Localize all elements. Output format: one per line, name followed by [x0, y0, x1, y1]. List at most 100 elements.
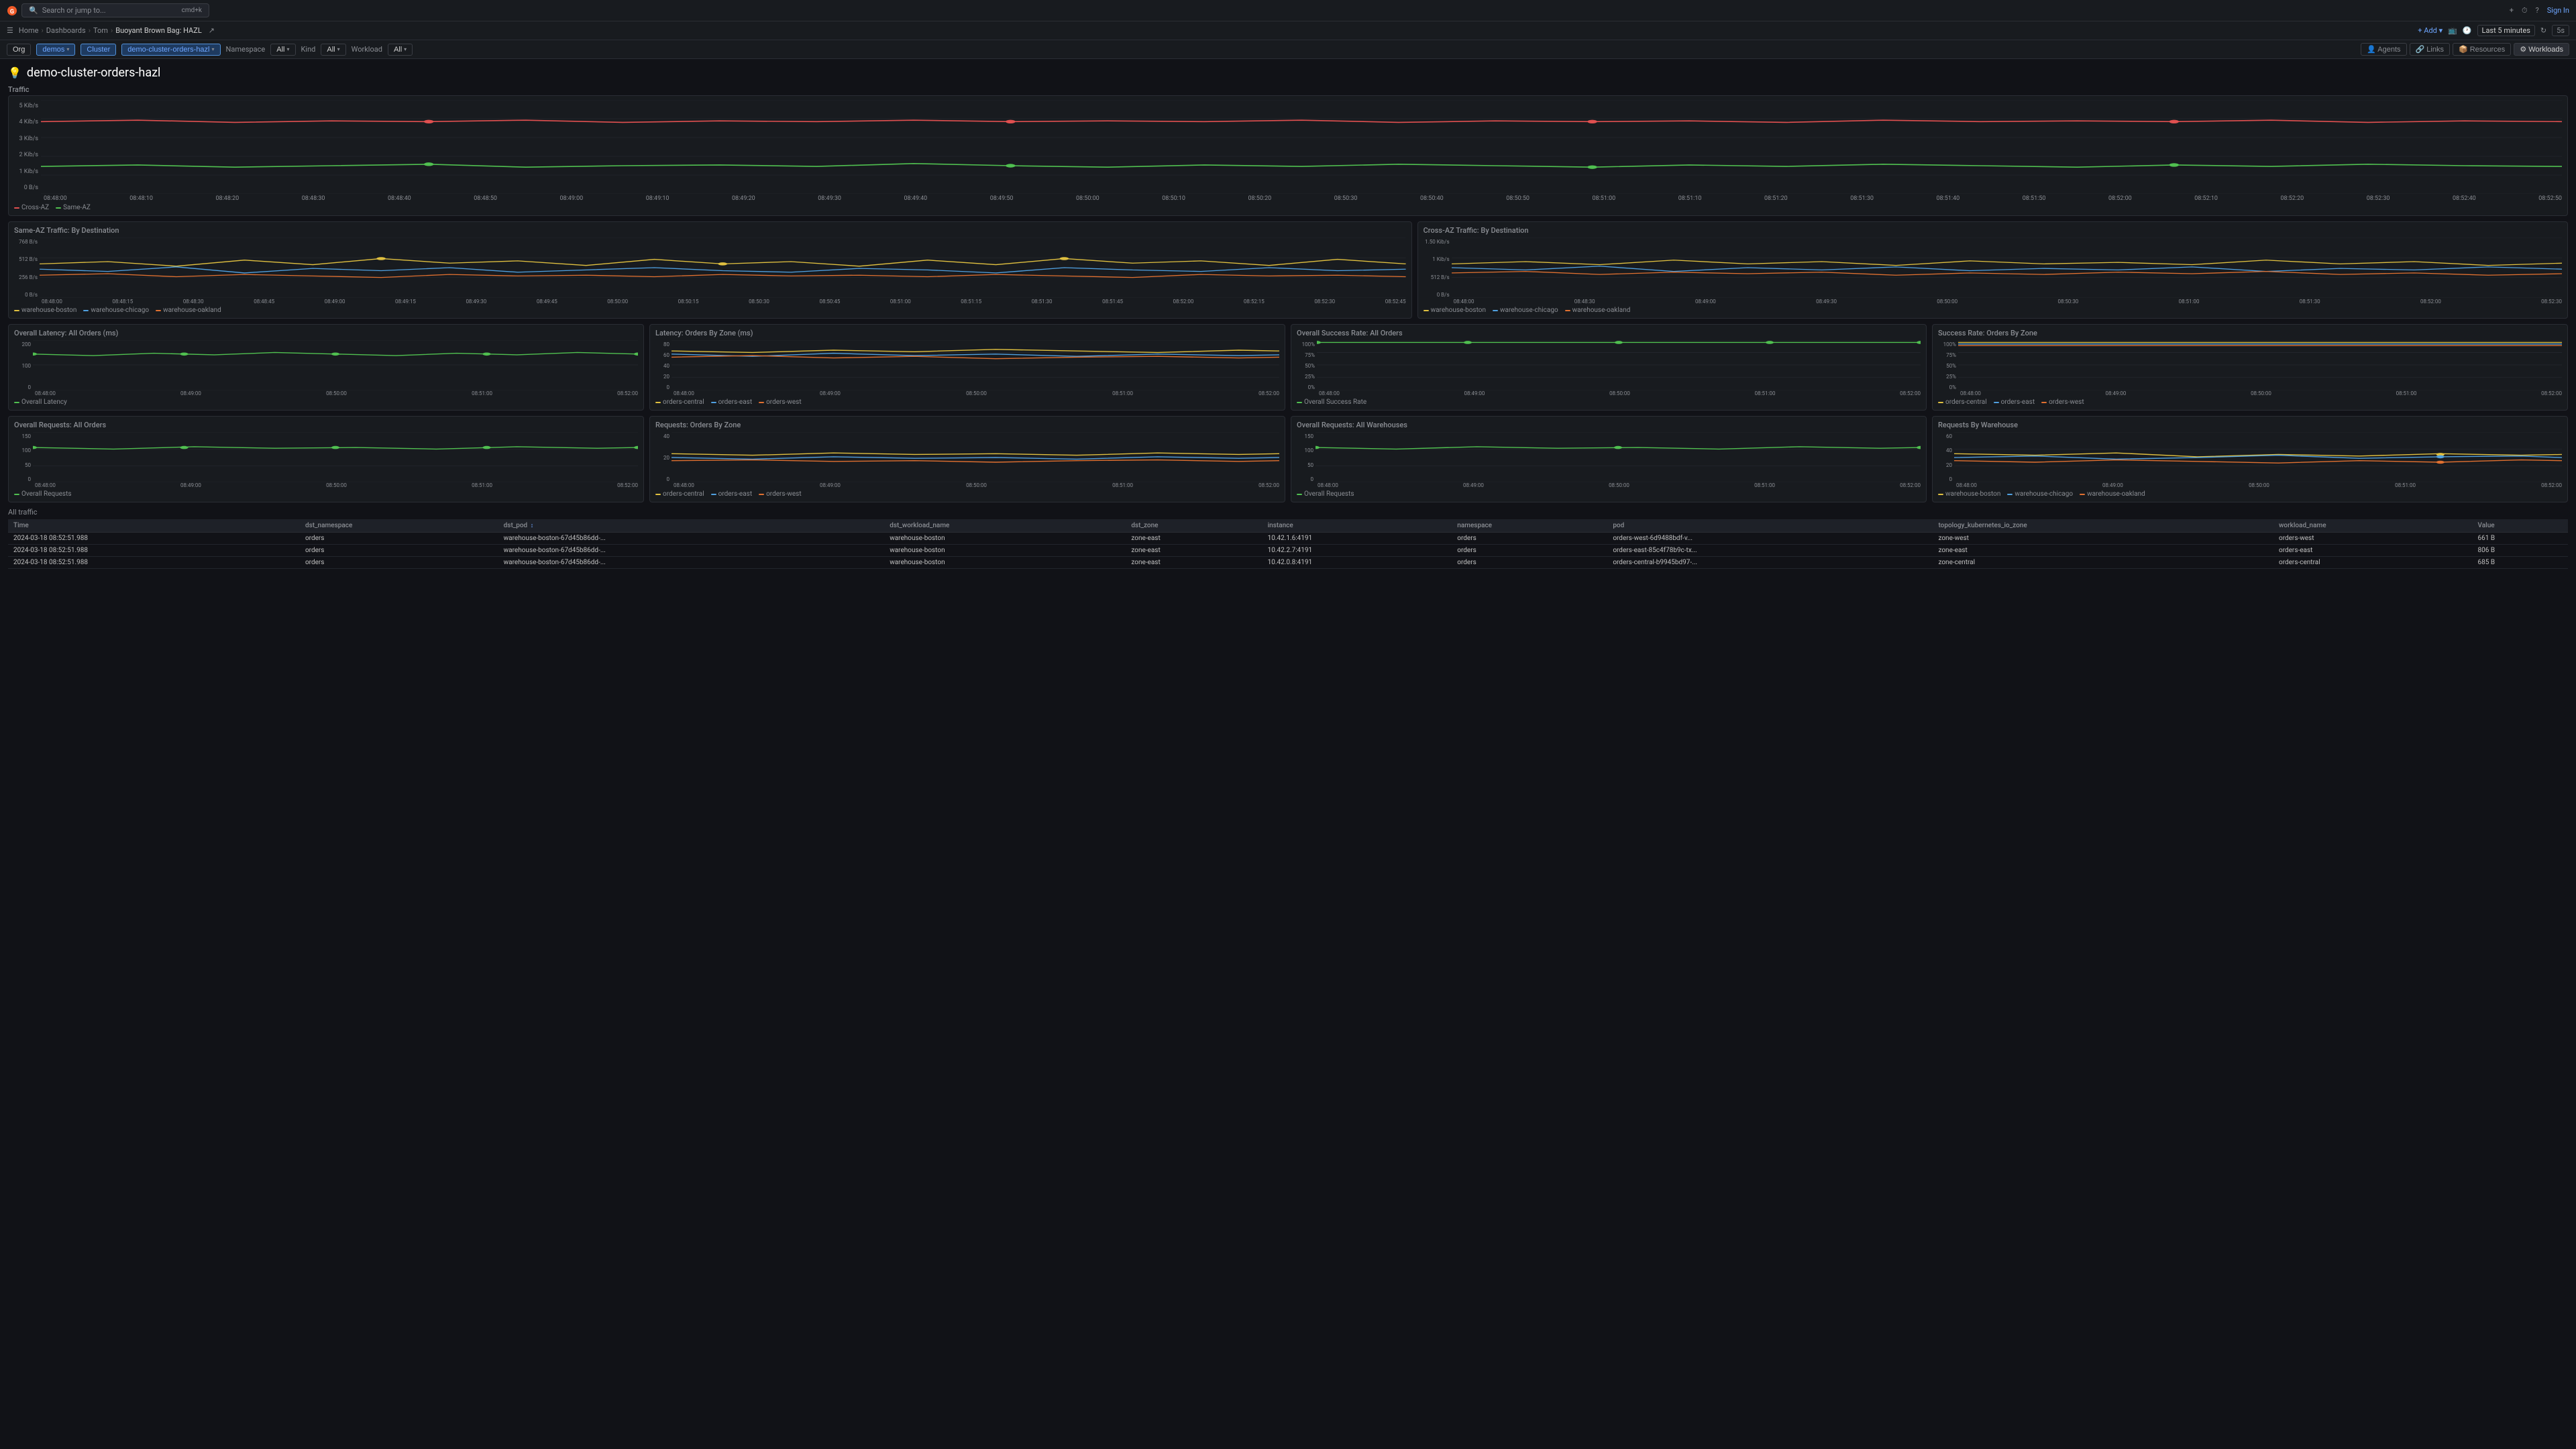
cross-az-panel: Cross-AZ Traffic: By Destination 1.50 Ki…	[1417, 221, 2568, 319]
cell-namespace: orders	[1452, 533, 1607, 545]
tv-icon[interactable]: 📺	[2448, 26, 2457, 35]
page-title-bar: 💡 demo-cluster-orders-hazl	[0, 59, 2576, 83]
topbar-right: + ⏱ ? Sign In	[2510, 6, 2569, 15]
overall-requests-title: Overall Requests: All Orders	[14, 421, 638, 429]
cell-dst_pod: warehouse-boston-67d45b86dd-...	[498, 545, 885, 557]
cluster-value-filter[interactable]: demo-cluster-orders-hazl ▾	[121, 44, 220, 56]
resources-button[interactable]: 📦 Resources	[2453, 43, 2511, 56]
traffic-label: Traffic	[0, 83, 2576, 95]
cell-value: 806 B	[2473, 545, 2568, 557]
breadcrumb-dashboards[interactable]: Dashboards	[46, 26, 86, 35]
col-instance[interactable]: instance	[1263, 519, 1452, 533]
cell-time: 2024-03-18 08:52:51.988	[8, 557, 300, 569]
y-label-3k: 3 Kib/s	[14, 136, 38, 142]
overall-success-title: Overall Success Rate: All Orders	[1297, 329, 1921, 337]
search-placeholder: Search or jump to...	[42, 6, 106, 15]
y-label-4k: 4 Kib/s	[14, 119, 38, 125]
cell-dst_zone: zone-east	[1126, 557, 1262, 569]
col-dst-namespace[interactable]: dst_namespace	[300, 519, 498, 533]
sign-in-button[interactable]: Sign In	[2547, 6, 2569, 15]
cell-workload_name: orders-west	[2273, 533, 2473, 545]
breadcrumb-actions: + Add ▾ 📺 🕐 Last 5 minutes ↻ 5s	[2418, 25, 2569, 36]
breadcrumb-sep-3: ›	[111, 26, 113, 35]
timer-icon[interactable]: ⏱	[2522, 6, 2528, 15]
requests-zone-panel: Requests: Orders By Zone 40200 08:48:000…	[649, 416, 1285, 502]
table-section-label: All traffic	[8, 508, 2568, 517]
success-zone-panel: Success Rate: Orders By Zone 100%75%50%2…	[1932, 324, 2568, 411]
latency-zone-panel: Latency: Orders By Zone (ms) 806040200	[649, 324, 1285, 411]
cell-value: 661 B	[2473, 533, 2568, 545]
col-dst-zone[interactable]: dst_zone	[1126, 519, 1262, 533]
cross-az-legend: warehouse-boston warehouse-chicago wareh…	[1424, 307, 2562, 314]
kind-filter[interactable]: All ▾	[321, 44, 345, 56]
cell-dst_workload_name: warehouse-boston	[884, 533, 1126, 545]
cell-dst_pod: warehouse-boston-67d45b86dd-...	[498, 557, 885, 569]
clock-icon[interactable]: 🕐	[2463, 26, 2472, 35]
share-icon[interactable]: ↗	[209, 26, 215, 35]
plus-icon[interactable]: +	[2510, 6, 2514, 15]
namespace-filter[interactable]: All ▾	[270, 44, 295, 56]
search-bar[interactable]: 🔍 Search or jump to... cmd+k	[21, 3, 209, 17]
workload-label: Workload	[352, 45, 382, 54]
traffic-table: Time dst_namespace dst_pod ↕ dst_workloa…	[8, 519, 2568, 569]
latency-zone-title: Latency: Orders By Zone (ms)	[655, 329, 1279, 337]
namespace-label: Namespace	[226, 45, 266, 54]
workloads-button[interactable]: ⚙ Workloads	[2514, 43, 2569, 56]
col-topology[interactable]: topology_kubernetes_io_zone	[1933, 519, 2273, 533]
overall-latency-panel: Overall Latency: All Orders (ms) 2001000	[8, 324, 644, 411]
same-az-title: Same-AZ Traffic: By Destination	[14, 226, 1406, 235]
requests-zone-title: Requests: Orders By Zone	[655, 421, 1279, 429]
same-az-legend: warehouse-boston warehouse-chicago wareh…	[14, 307, 1406, 314]
cell-instance: 10.42.2.7:4191	[1263, 545, 1452, 557]
col-time[interactable]: Time	[8, 519, 300, 533]
svg-text:G: G	[10, 9, 14, 15]
cell-dst_namespace: orders	[300, 557, 498, 569]
refresh-icon[interactable]: ↻	[2540, 26, 2546, 35]
y-label-5k: 5 Kib/s	[14, 103, 38, 109]
org-filter[interactable]: Org	[7, 44, 31, 56]
success-zone-title: Success Rate: Orders By Zone	[1938, 329, 2562, 337]
legend-cross-az: Cross-AZ	[14, 204, 49, 211]
cell-pod: orders-west-6d9488bdf-v...	[1607, 533, 1933, 545]
breadcrumb: ☰ Home › Dashboards › Tom › Buoyant Brow…	[0, 21, 2576, 40]
help-icon[interactable]: ?	[2536, 6, 2539, 15]
breadcrumb-user[interactable]: Tom	[93, 26, 108, 35]
links-button[interactable]: 🔗 Links	[2410, 43, 2450, 56]
col-pod[interactable]: pod	[1607, 519, 1933, 533]
y-label-0: 0 B/s	[14, 184, 38, 191]
demos-filter[interactable]: demos ▾	[36, 44, 75, 56]
hamburger-icon[interactable]: ☰	[7, 26, 13, 35]
cell-workload_name: orders-central	[2273, 557, 2473, 569]
cell-namespace: orders	[1452, 557, 1607, 569]
refresh-label[interactable]: Last 5 minutes	[2477, 25, 2535, 36]
topbar: G 🔍 Search or jump to... cmd+k + ⏱ ? Sig…	[0, 0, 2576, 21]
col-dst-pod[interactable]: dst_pod ↕	[498, 519, 885, 533]
cell-dst_zone: zone-east	[1126, 545, 1262, 557]
cell-topology_kubernetes_io_zone: zone-central	[1933, 557, 2273, 569]
y-label-2k: 2 Kib/s	[14, 152, 38, 158]
cell-pod: orders-central-b9945bd97-...	[1607, 557, 1933, 569]
breadcrumb-home[interactable]: Home	[19, 26, 39, 35]
search-icon: 🔍	[29, 6, 38, 15]
cell-namespace: orders	[1452, 545, 1607, 557]
add-button[interactable]: + Add ▾	[2418, 26, 2443, 35]
refresh-interval[interactable]: 5s	[2552, 25, 2569, 36]
agents-button[interactable]: 👤 Agents	[2361, 43, 2406, 56]
overall-success-panel: Overall Success Rate: All Orders 100%75%…	[1291, 324, 1927, 411]
page-icon: 💡	[8, 66, 21, 79]
cell-topology_kubernetes_io_zone: zone-east	[1933, 545, 2273, 557]
col-dst-workload[interactable]: dst_workload_name	[884, 519, 1126, 533]
overall-warehouse-panel: Overall Requests: All Warehouses 1501005…	[1291, 416, 1927, 502]
cell-pod: orders-east-85c4f78b9c-tx...	[1607, 545, 1933, 557]
col-namespace[interactable]: namespace	[1452, 519, 1607, 533]
traffic-chart: 5 Kib/s 4 Kib/s 3 Kib/s 2 Kib/s 1 Kib/s …	[8, 95, 2568, 216]
col-value[interactable]: Value	[2473, 519, 2568, 533]
cluster-filter[interactable]: Cluster	[80, 44, 116, 56]
overall-latency-title: Overall Latency: All Orders (ms)	[14, 329, 638, 337]
sort-icon: ↕	[531, 523, 534, 529]
workload-filter[interactable]: All ▾	[388, 44, 413, 56]
traffic-legend: Cross-AZ Same-AZ	[14, 204, 2562, 211]
filterbar: Org demos ▾ Cluster demo-cluster-orders-…	[0, 40, 2576, 59]
col-workload-name[interactable]: workload_name	[2273, 519, 2473, 533]
cross-az-title: Cross-AZ Traffic: By Destination	[1424, 226, 2562, 235]
